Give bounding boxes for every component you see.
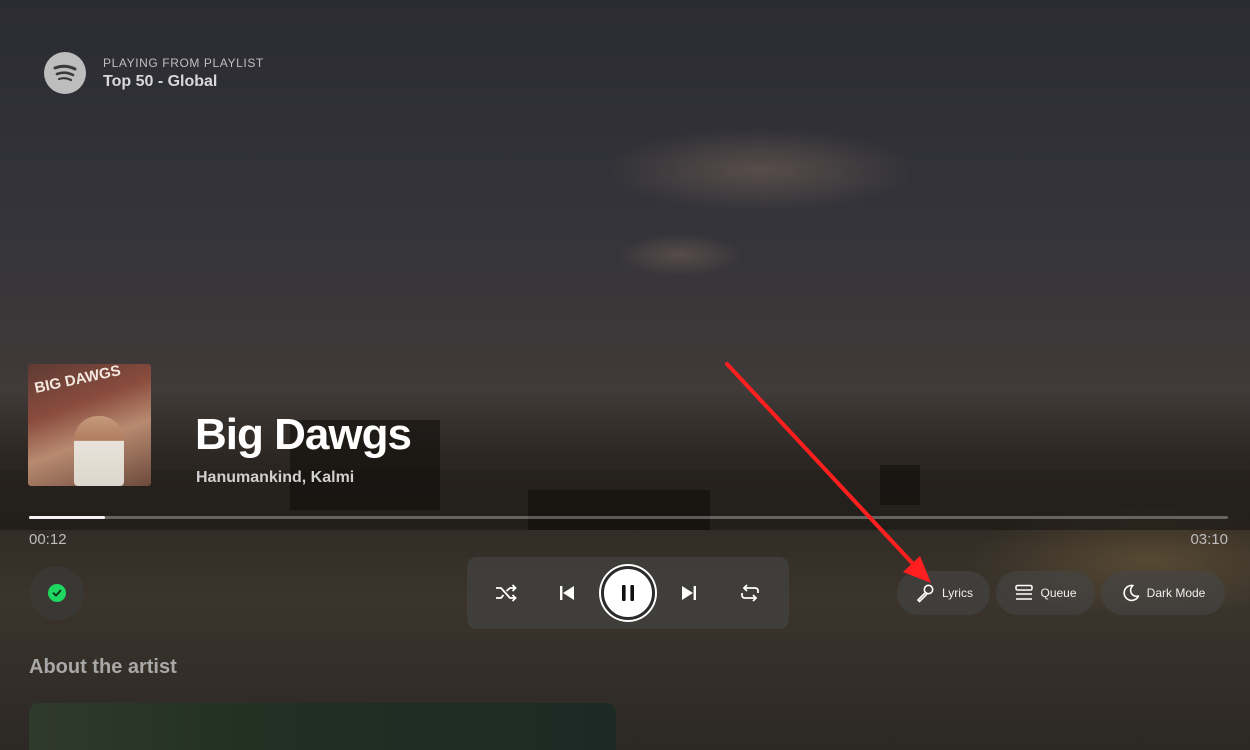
track-artists[interactable]: Hanumankind, Kalmi — [196, 469, 354, 487]
artist-card[interactable] — [29, 703, 616, 750]
lyrics-button[interactable]: Lyrics — [897, 571, 990, 615]
cover-art-text: BIG DAWGS — [33, 364, 123, 397]
queue-button[interactable]: Queue — [996, 571, 1095, 615]
total-duration: 03:10 — [1190, 531, 1228, 548]
playlist-name[interactable]: Top 50 - Global — [103, 73, 264, 91]
pause-button[interactable] — [601, 566, 655, 620]
queue-icon — [1015, 584, 1034, 600]
scene-silhouette — [528, 490, 710, 530]
pause-icon — [622, 585, 634, 601]
moon-icon — [1123, 584, 1139, 602]
shuffle-button[interactable] — [491, 579, 521, 607]
next-button[interactable] — [674, 579, 704, 607]
liked-button[interactable] — [30, 566, 84, 620]
now-playing-header: PLAYING FROM PLAYLIST Top 50 - Global — [44, 52, 264, 94]
queue-label: Queue — [1040, 586, 1077, 600]
about-artist-heading: About the artist — [29, 656, 177, 678]
cover-art-figure — [74, 416, 124, 486]
microphone-icon — [917, 584, 934, 603]
lyrics-label: Lyrics — [942, 586, 973, 600]
album-cover[interactable]: BIG DAWGS — [28, 364, 151, 486]
background-artwork — [0, 0, 1250, 750]
playback-controls — [467, 557, 789, 629]
shuffle-icon — [496, 584, 517, 602]
scene-silhouette — [880, 465, 920, 505]
progress-bar[interactable] — [29, 516, 1228, 519]
dark-mode-label: Dark Mode — [1146, 586, 1206, 600]
playing-from-label: PLAYING FROM PLAYLIST — [103, 55, 264, 70]
repeat-button[interactable] — [735, 579, 765, 607]
checkmark-icon — [48, 584, 66, 602]
elapsed-time: 00:12 — [29, 531, 67, 548]
repeat-icon — [741, 584, 759, 602]
track-title[interactable]: Big Dawgs — [195, 410, 412, 460]
skip-next-icon — [682, 586, 696, 600]
progress-bar-fill — [29, 516, 105, 519]
spotify-logo-icon[interactable] — [44, 52, 86, 94]
previous-button[interactable] — [552, 579, 582, 607]
dark-mode-button[interactable]: Dark Mode — [1101, 571, 1225, 615]
skip-previous-icon — [560, 586, 574, 600]
